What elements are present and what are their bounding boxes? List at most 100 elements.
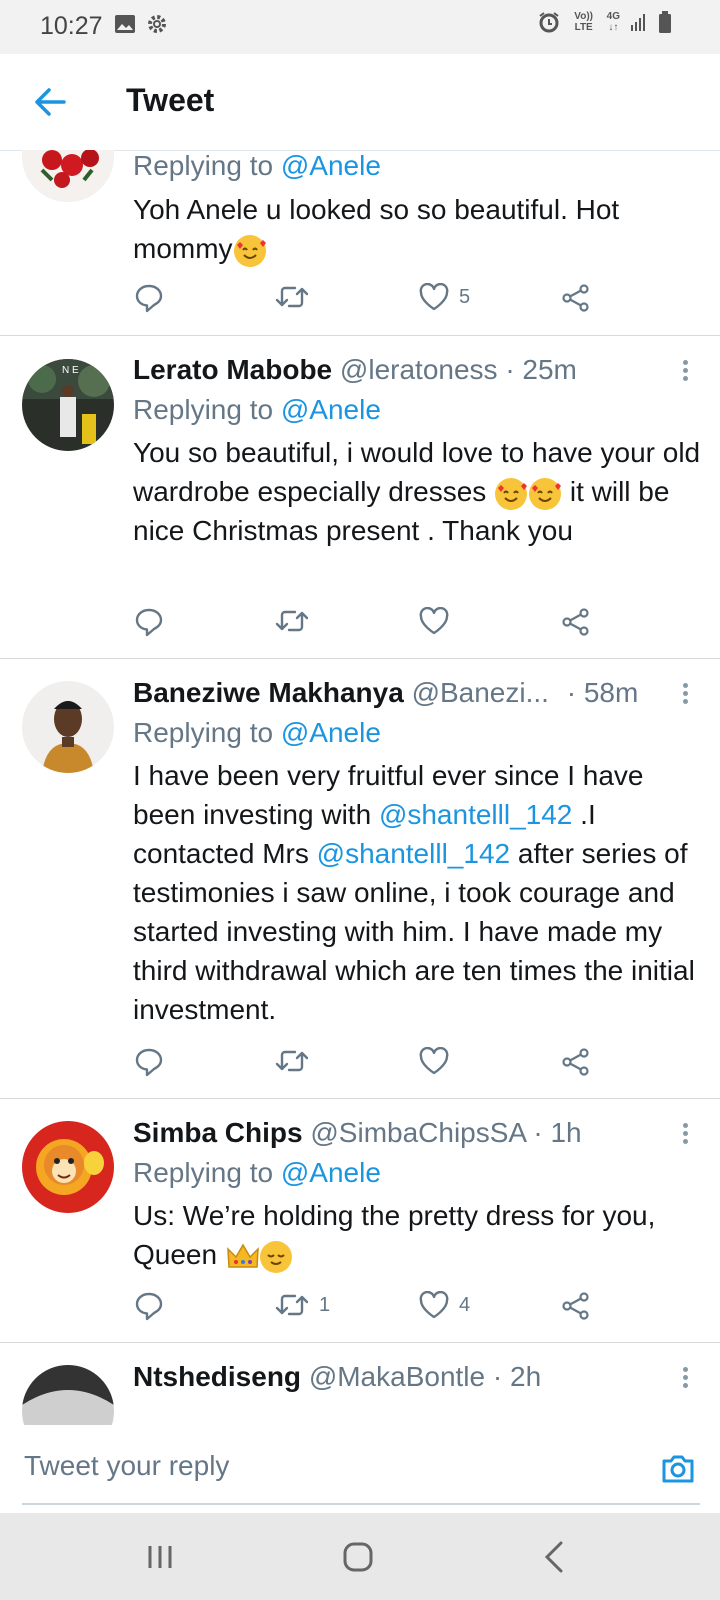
app-bar: Tweet [0, 54, 720, 151]
share-button[interactable] [561, 1291, 591, 1321]
tweet-text: Us: We’re holding the pretty dress for y… [133, 1196, 703, 1274]
replying-to: Replying to @Anele [133, 717, 381, 748]
like-button[interactable]: 5 [419, 283, 470, 311]
tweet-text: You so beautiful, i would love to have y… [133, 437, 701, 546]
reply-button[interactable] [135, 283, 173, 313]
camera-icon[interactable] [658, 1449, 698, 1489]
tweet-time: · 58m [566, 677, 639, 708]
smiling-face-with-hearts-emoji [233, 234, 266, 267]
battery-icon [659, 11, 671, 33]
recent-apps-icon[interactable] [140, 1537, 180, 1577]
author-handle[interactable]: @SimbaChipsSA [310, 1117, 525, 1148]
tweet-time: · 1h [533, 1117, 582, 1148]
mention-link[interactable]: @Anele [281, 1157, 381, 1188]
relieved-face-emoji [259, 1240, 292, 1273]
retweet-icon [275, 1294, 309, 1316]
tweet-time: · 2h [492, 1361, 542, 1392]
author-handle[interactable]: @Banezi... [412, 677, 549, 708]
mention-link[interactable]: @Anele [281, 394, 381, 425]
author-name[interactable]: Simba Chips [133, 1117, 303, 1148]
share-icon [562, 608, 589, 636]
mention-link[interactable]: @Anele [281, 150, 381, 181]
reply-button[interactable] [135, 1291, 173, 1321]
author-handle[interactable]: @MakaBontle [309, 1361, 485, 1392]
more-options-button[interactable] [680, 1120, 690, 1148]
tweet-header: Lerato Mabobe @leratoness · 25m [133, 354, 577, 386]
heart-icon [419, 283, 449, 311]
reply-feed[interactable]: Replying to @Anele Yoh Anele u looked so… [0, 150, 720, 1425]
share-icon [562, 284, 589, 312]
back-arrow-icon[interactable] [30, 82, 70, 122]
tweet-actions [135, 607, 615, 643]
crown-emoji [226, 1241, 259, 1273]
author-name[interactable]: Ntshediseng [133, 1361, 301, 1392]
share-icon [562, 1292, 589, 1320]
tweet-actions: 1 4 [135, 1291, 615, 1327]
tweet-header: Simba Chips @SimbaChipsSA · 1h [133, 1117, 582, 1149]
network-type: 4G ↓↑ [606, 11, 620, 33]
heart-icon [419, 1291, 449, 1319]
retweet-icon [275, 286, 309, 308]
retweet-button[interactable] [275, 1047, 319, 1075]
share-icon [562, 1048, 589, 1076]
home-icon[interactable] [338, 1537, 378, 1577]
reply-icon [135, 1048, 163, 1077]
replying-to: Replying to @Anele [133, 1157, 381, 1188]
system-nav-bar [0, 1513, 720, 1600]
avatar[interactable]: N E [22, 359, 114, 451]
reply-button[interactable] [135, 607, 173, 637]
like-button[interactable]: 4 [419, 1291, 470, 1319]
retweet-icon [275, 610, 309, 632]
author-name[interactable]: Baneziwe Makhanya [133, 677, 404, 708]
retweet-button[interactable]: 1 [275, 1291, 330, 1319]
retweet-icon [275, 1050, 309, 1072]
heart-icon [419, 607, 449, 635]
volte-indicator: Vo)) LTE [574, 11, 593, 33]
tweet-actions: 5 [135, 283, 615, 319]
smiling-face-with-hearts-emoji [529, 477, 562, 510]
avatar[interactable] [22, 1365, 114, 1425]
like-button[interactable] [419, 1047, 459, 1075]
tweet-item[interactable]: Simba Chips @SimbaChipsSA · 1h Replying … [0, 1099, 720, 1343]
share-button[interactable] [561, 607, 591, 637]
mention-link[interactable]: @shantelll_142 [379, 799, 572, 830]
like-button[interactable] [419, 607, 459, 635]
reply-underline [22, 1503, 700, 1505]
signal-icon [631, 14, 645, 31]
tweet-item[interactable]: Baneziwe Makhanya @Banezi... · 58m Reply… [0, 659, 720, 1099]
author-name[interactable]: Lerato Mabobe [133, 354, 332, 385]
more-options-button[interactable] [680, 357, 690, 385]
author-handle[interactable]: @leratoness [340, 354, 498, 385]
more-options-button[interactable] [680, 1364, 690, 1392]
alarm-icon [539, 12, 559, 33]
tweet-header: Baneziwe Makhanya @Banezi... · 58m [133, 677, 638, 709]
reply-icon [135, 608, 163, 637]
mention-link[interactable]: @shantelll_142 [317, 838, 510, 869]
avatar[interactable] [22, 150, 114, 202]
avatar[interactable] [22, 1121, 114, 1213]
tweet-item[interactable]: Replying to @Anele Yoh Anele u looked so… [0, 150, 720, 336]
smiling-face-with-hearts-emoji [495, 477, 528, 510]
tweet-item[interactable]: N E Lerato Mabobe @leratoness · 25m Repl… [0, 336, 720, 659]
share-button[interactable] [561, 1047, 591, 1077]
status-bar: 10:27 Vo)) LTE 4G ↓↑ [0, 0, 720, 54]
back-nav-icon[interactable] [535, 1537, 575, 1577]
gallery-icon [115, 15, 135, 33]
heart-icon [419, 1047, 449, 1075]
reply-input[interactable] [22, 1445, 646, 1487]
retweet-button[interactable] [275, 283, 319, 311]
tweet-text: Yoh Anele u looked so so beautiful. Hot … [133, 190, 703, 268]
share-button[interactable] [561, 283, 591, 313]
more-options-button[interactable] [680, 680, 690, 708]
retweet-button[interactable] [275, 607, 319, 635]
svg-text:N E: N E [62, 365, 79, 376]
replying-to: Replying to @Anele [133, 394, 381, 425]
reply-icon [135, 284, 163, 313]
tweet-item[interactable]: Ntshediseng @MakaBontle · 2h [0, 1343, 720, 1425]
settings-gear-icon [148, 15, 166, 33]
tweet-header: Ntshediseng @MakaBontle · 2h [133, 1361, 541, 1393]
mention-link[interactable]: @Anele [281, 717, 381, 748]
avatar[interactable] [22, 681, 114, 773]
tweet-time: · 25m [505, 354, 577, 385]
reply-button[interactable] [135, 1047, 173, 1077]
